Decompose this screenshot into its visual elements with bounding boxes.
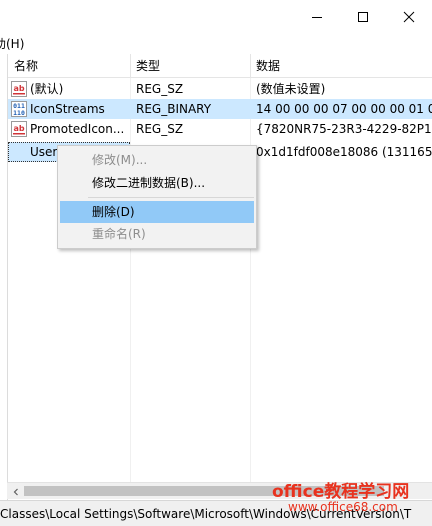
- title-bar: [0, 0, 432, 34]
- menu-item-delete[interactable]: 删除(D): [60, 201, 254, 223]
- menu-item-modify-binary[interactable]: 修改二进制数据(B)...: [60, 172, 254, 194]
- watermark-logo: office教程学习网: [272, 482, 410, 502]
- maximize-icon: [358, 12, 368, 22]
- value-name: IconStreams: [30, 102, 105, 116]
- registry-value-list[interactable]: 名称 类型 数据 ab (默认) REG_SZ (数值未设置) 011 110 …: [7, 54, 432, 500]
- table-row[interactable]: 011 110 IconStreams REG_BINARY 14 00 00 …: [8, 99, 432, 119]
- watermark-url: www.office68.com: [288, 500, 398, 514]
- value-type: REG_SZ: [136, 82, 184, 96]
- menu-separator: [88, 197, 254, 198]
- value-data: (数值未设置): [256, 82, 326, 96]
- value-name: (默认): [30, 82, 64, 96]
- context-menu: 修改(M)... 修改二进制数据(B)... 删除(D) 重命名(R): [57, 145, 257, 249]
- column-divider: [130, 78, 131, 490]
- column-header-name[interactable]: 名称: [8, 54, 130, 78]
- chevron-left-icon: [13, 488, 18, 495]
- menu-item-rename[interactable]: 重命名(R): [60, 223, 254, 245]
- value-data: {7820NR75-23R3-4229-82P1-F: [256, 122, 432, 136]
- table-row[interactable]: ab PromotedIcon... REG_SZ {7820NR75-23R3…: [8, 119, 432, 139]
- close-button[interactable]: [386, 0, 432, 34]
- close-icon: [403, 11, 415, 23]
- minimize-button[interactable]: [294, 0, 340, 34]
- column-headers: 名称 类型 数据: [8, 54, 432, 78]
- maximize-button[interactable]: [340, 0, 386, 34]
- column-divider: [250, 78, 251, 490]
- minimize-icon: [312, 17, 322, 18]
- menu-item-modify[interactable]: 修改(M)...: [60, 149, 254, 171]
- menu-help[interactable]: 助(H): [0, 36, 24, 52]
- column-header-type[interactable]: 类型: [130, 54, 250, 78]
- column-header-data[interactable]: 数据: [250, 54, 432, 78]
- table-row[interactable]: ab (默认) REG_SZ (数值未设置): [8, 79, 432, 99]
- value-name: PromotedIcon...: [30, 122, 125, 136]
- value-type: REG_BINARY: [136, 102, 212, 116]
- menu-bar: 助(H): [0, 34, 432, 54]
- value-data: 14 00 00 00 07 00 00 00 01 00: [256, 102, 432, 116]
- value-data: 0x1d1fdf008e18086 (1311650: [256, 145, 432, 159]
- value-type: REG_SZ: [136, 122, 184, 136]
- scroll-left-button[interactable]: [7, 483, 24, 500]
